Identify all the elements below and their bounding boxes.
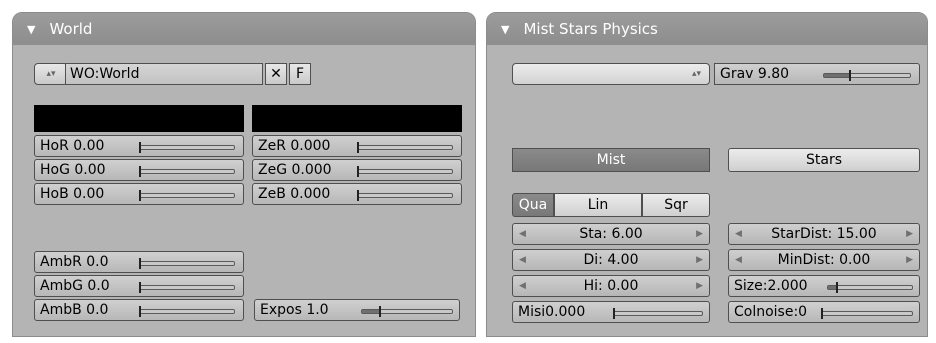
zenith-color-swatch[interactable] (252, 105, 462, 132)
star-size-slider[interactable]: Size:2.000 (728, 275, 920, 297)
star-size-label: Size:2.000 (734, 278, 808, 294)
slider-track (139, 190, 235, 201)
slider-track (361, 306, 453, 317)
falloff-quadratic-button[interactable]: Qua (512, 193, 554, 217)
star-colnoise-slider[interactable]: Colnoise:0 (728, 301, 920, 323)
ambient-blue-label: AmbB 0.0 (40, 302, 109, 318)
stars-toggle[interactable]: Stars (728, 148, 920, 172)
ambient-red-label: AmbR 0.0 (40, 254, 109, 270)
right-arrow-icon[interactable]: ▶ (906, 224, 913, 244)
mist-height-label: Hi: 0.00 (583, 278, 639, 294)
star-distance-label: StarDist: 15.00 (771, 226, 877, 242)
physics-engine-dropdown[interactable]: ▴▾ (512, 63, 710, 85)
star-colnoise-label: Colnoise:0 (734, 304, 808, 320)
gravity-slider[interactable]: Grav 9.80 (714, 63, 920, 85)
slider-track (821, 308, 913, 319)
world-name-text: WO:World (70, 66, 140, 82)
zenith-red-slider[interactable]: ZeR 0.000 (252, 135, 462, 157)
mist-depth-field[interactable]: ◀ Di: 4.00 ▶ (512, 249, 710, 271)
star-distance-field[interactable]: ◀ StarDist: 15.00 ▶ (728, 223, 920, 245)
left-arrow-icon[interactable]: ◀ (735, 250, 742, 270)
star-min-distance-label: MinDist: 0.00 (777, 252, 871, 268)
right-arrow-icon[interactable]: ▶ (906, 250, 913, 270)
ambient-green-slider[interactable]: AmbG 0.0 (34, 275, 244, 297)
slider-track (139, 306, 235, 317)
zenith-red-label: ZeR 0.000 (258, 138, 331, 154)
close-icon: ✕ (270, 66, 282, 82)
mist-start-field[interactable]: ◀ Sta: 6.00 ▶ (512, 223, 710, 245)
horizon-red-slider[interactable]: HoR 0.00 (34, 135, 244, 157)
horizon-blue-label: HoB 0.00 (40, 186, 105, 202)
left-arrow-icon[interactable]: ◀ (519, 250, 526, 270)
slider-track (827, 282, 913, 293)
horizon-green-slider[interactable]: HoG 0.00 (34, 159, 244, 181)
horizon-red-label: HoR 0.00 (40, 138, 105, 154)
falloff-linear-button[interactable]: Lin (554, 193, 642, 217)
world-panel-title: World (49, 20, 93, 38)
updown-arrows-icon: ▴▾ (46, 69, 56, 79)
falloff-sqrt-label: Sqr (664, 197, 688, 213)
horizon-blue-slider[interactable]: HoB 0.00 (34, 183, 244, 205)
ambient-green-label: AmbG 0.0 (40, 278, 110, 294)
right-arrow-icon[interactable]: ▶ (696, 250, 703, 270)
ambient-blue-slider[interactable]: AmbB 0.0 (34, 299, 244, 321)
left-arrow-icon[interactable]: ◀ (519, 276, 526, 296)
mist-panel-title: Mist Stars Physics (523, 20, 658, 38)
left-arrow-icon[interactable]: ◀ (735, 224, 742, 244)
horizon-green-label: HoG 0.00 (40, 162, 106, 178)
slider-track (139, 258, 235, 269)
world-panel: ▼ World ▴▾ WO:World ✕ F HoR 0.00 HoG 0.00… (12, 12, 476, 337)
horizon-color-swatch[interactable] (34, 105, 244, 132)
fake-user-button[interactable]: F (289, 63, 311, 85)
mist-panel-header[interactable]: ▼ Mist Stars Physics (487, 13, 927, 45)
mist-height-field[interactable]: ◀ Hi: 0.00 ▶ (512, 275, 710, 297)
collapse-triangle-icon[interactable]: ▼ (27, 14, 35, 46)
world-panel-header[interactable]: ▼ World (13, 13, 475, 45)
zenith-blue-slider[interactable]: ZeB 0.000 (252, 183, 462, 205)
world-name-field[interactable]: WO:World (65, 63, 263, 85)
mist-toggle-label: Mist (596, 152, 626, 168)
slider-track (357, 166, 453, 177)
left-arrow-icon[interactable]: ◀ (519, 224, 526, 244)
slider-track (613, 308, 703, 319)
slider-track (139, 282, 235, 293)
zenith-blue-label: ZeB 0.000 (258, 186, 331, 202)
ambient-red-slider[interactable]: AmbR 0.0 (34, 251, 244, 273)
slider-track (357, 142, 453, 153)
slider-track (139, 166, 235, 177)
falloff-linear-label: Lin (587, 197, 609, 213)
exposure-fill (362, 310, 380, 313)
unlink-world-button[interactable]: ✕ (265, 63, 287, 85)
mist-intensity-label: Misi0.000 (518, 304, 586, 320)
fake-user-label: F (295, 66, 305, 82)
exposure-slider[interactable]: Expos 1.0 (254, 299, 460, 321)
falloff-sqrt-button[interactable]: Sqr (642, 193, 710, 217)
mist-depth-label: Di: 4.00 (583, 252, 639, 268)
updown-arrows-icon: ▴▾ (691, 69, 701, 79)
stars-toggle-label: Stars (805, 152, 842, 168)
mist-toggle[interactable]: Mist (512, 148, 710, 172)
right-arrow-icon[interactable]: ▶ (696, 276, 703, 296)
slider-track (823, 70, 911, 81)
gravity-label: Grav 9.80 (720, 66, 790, 82)
zenith-green-slider[interactable]: ZeG 0.000 (252, 159, 462, 181)
mist-stars-physics-panel: ▼ Mist Stars Physics ▴▾ Grav 9.80 Mist St… (486, 12, 928, 337)
right-arrow-icon[interactable]: ▶ (696, 224, 703, 244)
slider-track (139, 142, 235, 153)
star-min-distance-field[interactable]: ◀ MinDist: 0.00 ▶ (728, 249, 920, 271)
falloff-quadratic-label: Qua (518, 197, 548, 213)
gravity-fill (824, 74, 850, 77)
slider-track (357, 190, 453, 201)
exposure-label: Expos 1.0 (260, 302, 329, 318)
zenith-green-label: ZeG 0.000 (258, 162, 332, 178)
mist-start-label: Sta: 6.00 (579, 226, 643, 242)
world-browse-button[interactable]: ▴▾ (34, 63, 68, 85)
mist-intensity-slider[interactable]: Misi0.000 (512, 301, 710, 323)
collapse-triangle-icon[interactable]: ▼ (501, 14, 509, 46)
